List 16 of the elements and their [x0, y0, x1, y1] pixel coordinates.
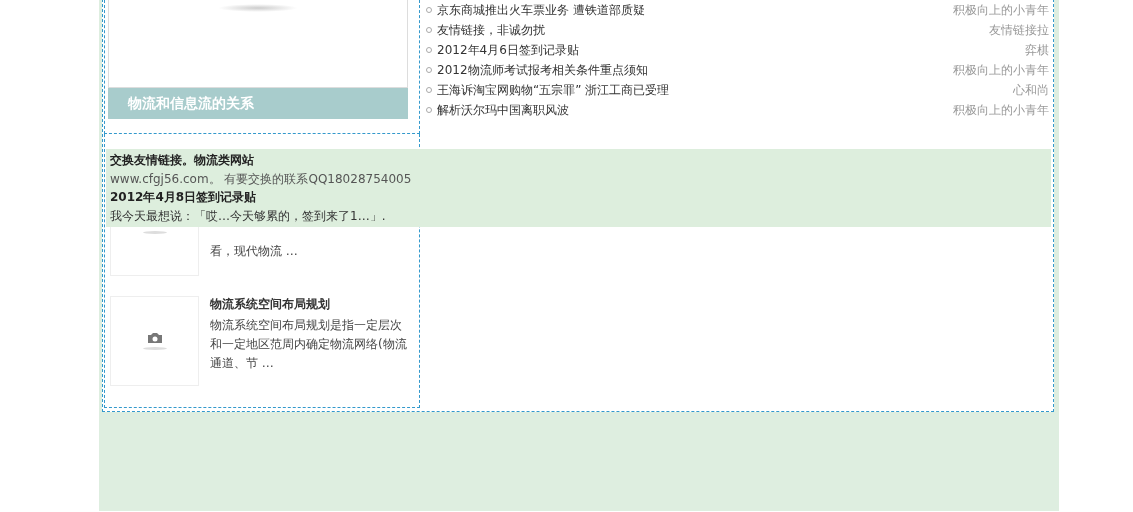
- image-card[interactable]: [108, 0, 408, 88]
- article-summary: 看，现代物流 …: [210, 243, 299, 260]
- post-title[interactable]: 2012物流师考试报考相关条件重点须知: [437, 62, 648, 77]
- post-title[interactable]: 友情链接，非诚勿扰: [437, 22, 545, 37]
- thumbnail[interactable]: [110, 296, 199, 386]
- post-title[interactable]: 京东商城推出火车票业务 遭铁道部质疑: [437, 2, 645, 17]
- camera-icon: [146, 332, 163, 344]
- article-summary: 物流系统空间布局规划是指一定层次和一定地区范周内确定物流网络(物流通道、节 …: [210, 317, 408, 372]
- post-title[interactable]: 2012年4月6日签到记录贴: [437, 42, 579, 57]
- popup-title: 2012年4月8日签到记录贴: [110, 189, 257, 206]
- article-title[interactable]: 物流系统空间布局规划: [210, 296, 410, 312]
- popup-text: 我今天最想说：「哎…今天够累的，签到来了1…」.: [110, 207, 386, 225]
- post-title[interactable]: 解析沃尔玛中国离职风波: [437, 102, 569, 117]
- popup-text: www.cfgj56.com。 有要交换的联系QQ18028754005: [110, 170, 412, 188]
- popup-title: 交换友情链接。物流类网站: [110, 152, 254, 169]
- post-title[interactable]: 王海诉淘宝网购物“五宗罪” 浙江工商已受理: [437, 82, 670, 97]
